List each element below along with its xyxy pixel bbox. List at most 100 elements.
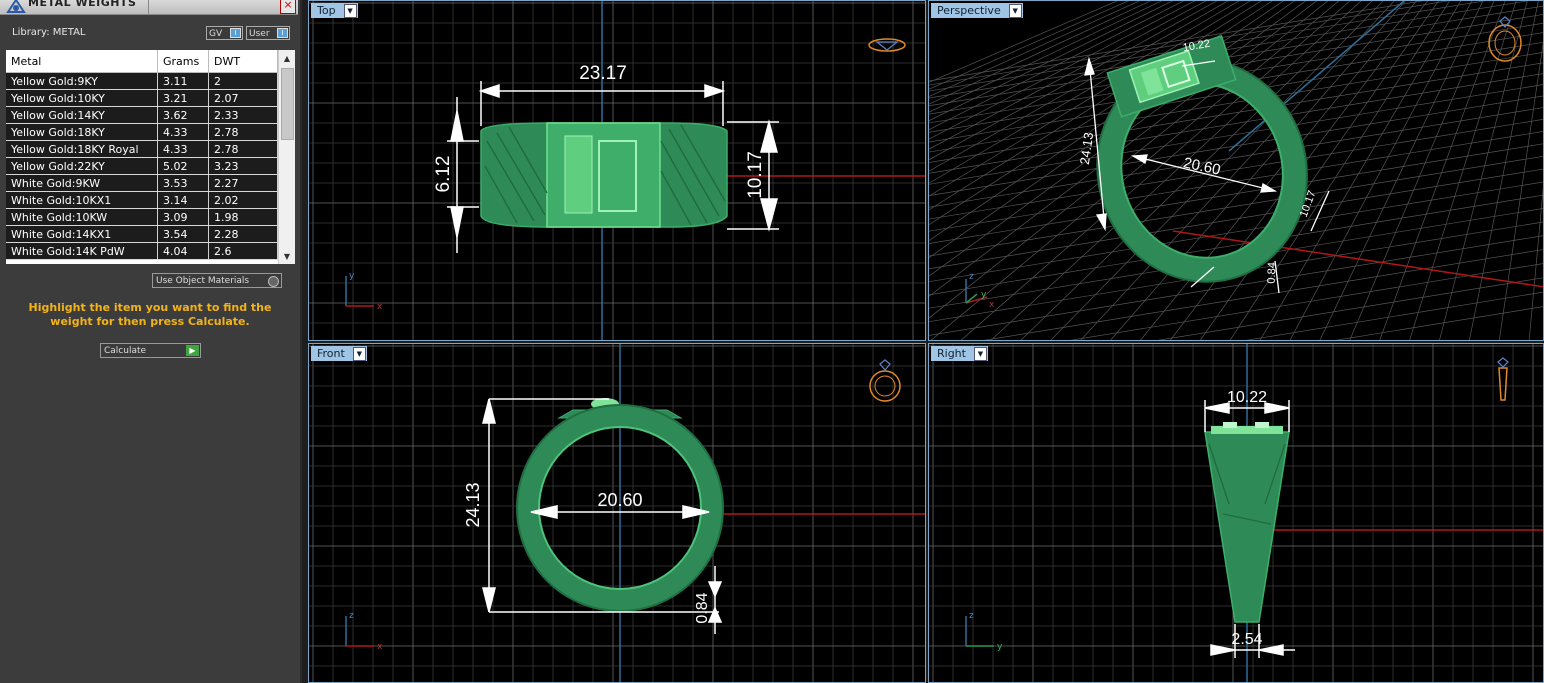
cell-dwt: 1.98 — [208, 208, 278, 226]
table-row[interactable]: White Gold:10KX1 3.14 2.02 — [6, 191, 278, 209]
chevron-down-icon[interactable]: ▼ — [343, 4, 357, 18]
cell-dwt: 2.78 — [208, 123, 278, 141]
calculate-button[interactable]: Calculate ▶ — [100, 343, 201, 358]
column-header-metal[interactable]: Metal — [6, 50, 158, 73]
right-view-drawing: 10.22 2.54 z y — [965, 344, 1543, 682]
viewport-perspective[interactable]: 10.22 24.13 20.60 10.17 0.84 z y x Persp… — [928, 0, 1544, 341]
cell-metal: White Gold:9KW — [6, 174, 158, 192]
cell-dwt: 2.07 — [208, 89, 278, 107]
table-row[interactable]: Yellow Gold:14KY 3.62 2.33 — [6, 106, 278, 124]
gv-toggle[interactable]: GV I — [206, 26, 243, 40]
use-object-materials-label: Use Object Materials — [156, 276, 250, 286]
column-header-grams[interactable]: Grams — [157, 50, 209, 73]
top-right-height-dim: 10.17 — [745, 151, 766, 199]
close-button[interactable]: × — [280, 0, 296, 14]
svg-text:x: x — [377, 302, 383, 312]
top-axis-gizmo: y x — [345, 271, 383, 312]
use-object-materials-option[interactable]: Use Object Materials — [152, 273, 282, 288]
table-row[interactable]: Yellow Gold:22KY 5.02 3.23 — [6, 157, 278, 175]
cell-metal: Yellow Gold:14KY — [6, 106, 158, 124]
metal-table-grid: Metal Grams DWT Yellow Gold:9KY 3.11 2 Yell… — [6, 50, 278, 260]
cell-dwt: 2.28 — [208, 225, 278, 243]
front-ring-icon — [869, 359, 901, 402]
cell-metal: Yellow Gold:9KY — [6, 72, 158, 90]
table-row[interactable]: White Gold:10KW 3.09 1.98 — [6, 208, 278, 226]
user-toggle[interactable]: User I — [246, 26, 290, 40]
table-row[interactable]: White Gold:14K PdW 4.04 2.6 — [6, 242, 278, 260]
chevron-down-icon[interactable]: ▼ — [1008, 4, 1022, 18]
top-view-menu[interactable]: Top ▼ — [311, 3, 358, 18]
library-label: Library: METAL — [12, 27, 86, 38]
use-object-materials-radio[interactable] — [268, 276, 279, 287]
right-view-label: Right — [937, 347, 966, 360]
cell-grams: 3.54 — [157, 225, 209, 243]
metal-weights-panel: METAL WEIGHTS × Library: METAL GV I User… — [0, 0, 302, 683]
table-row[interactable]: Yellow Gold:18KY Royal 4.33 2.78 — [6, 140, 278, 158]
viewport-top[interactable]: 23.17 6.12 10.17 y x Top ▼ — [308, 0, 926, 341]
user-checkbox-icon[interactable]: I — [277, 28, 288, 38]
perspective-axis-gizmo: z y x — [965, 272, 995, 310]
front-inner-dim: 20.60 — [597, 490, 642, 510]
right-ring-icon — [1497, 357, 1509, 401]
table-row[interactable]: Yellow Gold:10KY 3.21 2.07 — [6, 89, 278, 107]
svg-text:z: z — [349, 611, 354, 621]
cell-grams: 4.33 — [157, 140, 209, 158]
cell-grams: 3.14 — [157, 191, 209, 209]
cell-grams: 4.33 — [157, 123, 209, 141]
perspective-view-menu[interactable]: Perspective ▼ — [931, 3, 1023, 18]
chevron-down-icon[interactable]: ▼ — [973, 347, 987, 361]
top-view-ring-icon — [868, 38, 906, 52]
cell-metal: White Gold:10KW — [6, 208, 158, 226]
table-row[interactable]: Yellow Gold:9KY 3.11 2 — [6, 72, 278, 90]
perspective-view-label: Perspective — [937, 4, 1001, 17]
front-bottom-dim: 0.84 — [694, 592, 711, 623]
gv-toggle-label: GV — [209, 29, 223, 39]
cell-dwt: 2.02 — [208, 191, 278, 209]
chevron-down-icon[interactable]: ▼ — [352, 347, 366, 361]
metal-table: Metal Grams DWT Yellow Gold:9KY 3.11 2 Yell… — [6, 50, 295, 264]
svg-text:x: x — [377, 642, 383, 652]
front-view-menu[interactable]: Front ▼ — [311, 346, 367, 361]
cell-metal: White Gold:14KX1 — [6, 225, 158, 243]
panel-title: METAL WEIGHTS — [28, 0, 137, 9]
cell-dwt: 2.6 — [208, 242, 278, 260]
cell-metal: White Gold:14K PdW — [6, 242, 158, 260]
top-width-dim: 23.17 — [579, 63, 627, 84]
viewport-front[interactable]: 24.13 20.60 0.84 z x Front ▼ — [308, 343, 926, 683]
svg-text:y: y — [349, 271, 355, 281]
right-axis-gizmo: z y — [965, 611, 1003, 652]
right-bottom-width-dim: 2.54 — [1231, 631, 1262, 648]
viewport-right[interactable]: 10.22 2.54 z y Right ▼ — [928, 343, 1544, 683]
persp-inner-dim: 20.60 — [1182, 154, 1222, 178]
scroll-thumb[interactable] — [281, 68, 294, 140]
app-logo-icon — [6, 0, 26, 13]
cell-dwt: 2.33 — [208, 106, 278, 124]
cell-metal: Yellow Gold:18KY Royal — [6, 140, 158, 158]
cell-grams: 5.02 — [157, 157, 209, 175]
scroll-up-icon[interactable]: ▲ — [279, 52, 295, 66]
table-scrollbar[interactable]: ▲ ▼ — [278, 50, 295, 264]
right-view-menu[interactable]: Right ▼ — [931, 346, 988, 361]
column-header-dwt[interactable]: DWT — [208, 50, 278, 73]
svg-text:y: y — [981, 290, 987, 300]
cell-grams: 3.62 — [157, 106, 209, 124]
table-row[interactable]: White Gold:9KW 3.53 2.27 — [6, 174, 278, 192]
play-arrow-icon[interactable]: ▶ — [186, 345, 199, 356]
metal-table-body: Yellow Gold:9KY 3.11 2 Yellow Gold:10KY 3.21… — [6, 72, 278, 260]
cell-dwt: 2.27 — [208, 174, 278, 192]
top-view-label: Top — [317, 4, 336, 17]
cell-grams: 3.53 — [157, 174, 209, 192]
top-view-drawing: 23.17 6.12 10.17 y x — [345, 1, 925, 340]
top-left-height-dim: 6.12 — [433, 156, 454, 193]
cell-dwt: 2.78 — [208, 140, 278, 158]
front-view-drawing: 24.13 20.60 0.84 z x — [345, 344, 925, 682]
scroll-down-icon[interactable]: ▼ — [279, 250, 295, 264]
table-row[interactable]: White Gold:14KX1 3.54 2.28 — [6, 225, 278, 243]
right-top-width-dim: 10.22 — [1227, 389, 1267, 406]
front-view-label: Front — [317, 347, 345, 360]
front-height-dim: 24.13 — [463, 482, 483, 527]
table-row[interactable]: Yellow Gold:18KY 4.33 2.78 — [6, 123, 278, 141]
cell-metal: Yellow Gold:22KY — [6, 157, 158, 175]
gv-checkbox-icon[interactable]: I — [230, 28, 241, 38]
persp-bottom-dim: 0.84 — [1266, 262, 1279, 284]
